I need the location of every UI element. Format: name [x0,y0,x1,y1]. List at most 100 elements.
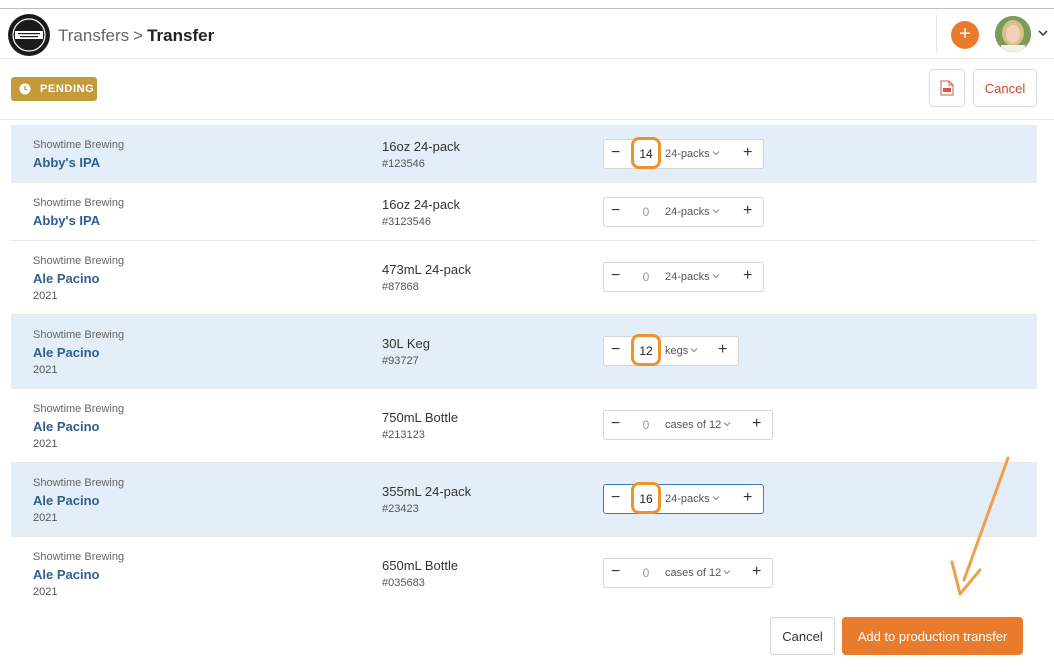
increment-button[interactable]: + [743,267,752,285]
unit-select[interactable]: 24-packs [665,493,720,505]
quantity-input[interactable]: 0 [631,566,661,580]
user-avatar[interactable] [995,16,1031,52]
vintage-year: 2021 [33,512,58,524]
sku-number: #123546 [382,158,425,170]
product-name[interactable]: Ale Pacino [33,493,99,508]
decrement-button[interactable]: − [611,489,620,507]
increment-button[interactable]: + [743,489,752,507]
pdf-button[interactable] [929,69,965,107]
sku-number: #3123546 [382,216,431,228]
chevron-down-icon [712,209,719,214]
pdf-icon [940,80,954,96]
unit-label: cases of 12 [665,567,722,579]
package-type: 16oz 24-pack [382,197,461,212]
quantity-stepper[interactable]: −0 24-packs + [603,197,764,227]
brewery-name: Showtime Brewing [33,477,125,489]
package-type: 750mL Bottle [382,410,459,425]
increment-button[interactable]: + [718,341,727,359]
product-row: Showtime Brewing Ale Pacino 2021 473mL 24-p… [11,241,1037,315]
quantity-stepper[interactable]: −0 cases of 12 + [603,410,773,440]
chevron-down-icon [712,496,719,501]
chevron-down-icon [712,151,719,156]
sku-number: #87868 [382,281,419,293]
quantity-input[interactable]: 16 [631,492,661,506]
quantity-stepper[interactable]: −0 24-packs + [603,262,764,292]
unit-select[interactable]: 24-packs [665,148,720,160]
product-name[interactable]: Ale Pacino [33,567,99,582]
chevron-down-icon [723,422,731,427]
decrement-button[interactable]: − [611,144,620,162]
decrement-button[interactable]: − [611,415,620,433]
product-list: Showtime Brewing Abby's IPA 16oz 24-pack #1… [11,125,1037,601]
product-name[interactable]: Abby's IPA [33,155,100,170]
breadcrumb: Transfers > Transfer [58,26,214,46]
quantity-stepper[interactable]: −16 24-packs + [603,482,764,514]
add-new-button[interactable]: + [951,21,979,49]
unit-label: 24-packs [665,271,710,283]
product-row: Showtime Brewing Abby's IPA 16oz 24-pack #1… [11,125,1037,183]
quantity-input[interactable]: 12 [631,344,661,358]
increment-button[interactable]: + [752,415,761,433]
package-type: 650mL Bottle [382,558,459,573]
breadcrumb-separator: > [133,26,144,45]
quantity-stepper[interactable]: −0 cases of 12 + [603,558,773,588]
product-row: Showtime Brewing Ale Pacino 2021 750mL Bott… [11,389,1037,463]
vintage-year: 2021 [33,364,58,376]
chevron-down-icon [690,348,698,353]
decrement-button[interactable]: − [611,267,620,285]
transfer-toolbar: PENDING Cancel [0,60,1054,120]
quantity-stepper[interactable]: −14 24-packs + [603,137,764,169]
chevron-down-icon[interactable] [1037,27,1049,39]
unit-label: kegs [665,345,689,357]
decrement-button[interactable]: − [611,563,620,581]
page-title: Transfer [147,26,215,45]
brewery-name: Showtime Brewing [33,255,125,267]
breadcrumb-transfers-link[interactable]: Transfers [58,26,129,45]
unit-select[interactable]: kegs [665,345,698,357]
quantity-input[interactable]: 0 [631,205,661,219]
product-name[interactable]: Ale Pacino [33,345,99,360]
unit-select[interactable]: cases of 12 [665,419,731,431]
quantity-stepper[interactable]: −12 kegs + [603,334,739,366]
brand-logo[interactable] [8,14,50,56]
vintage-year: 2021 [33,438,58,450]
increment-button[interactable]: + [752,563,761,581]
increment-button[interactable]: + [743,202,752,220]
quantity-input[interactable]: 0 [631,270,661,284]
form-footer: Cancel Add to production transfer [11,601,1037,672]
unit-label: cases of 12 [665,419,722,431]
chevron-down-icon [712,274,719,279]
status-badge: PENDING [11,77,97,101]
product-name[interactable]: Abby's IPA [33,213,100,228]
product-row: Showtime Brewing Abby's IPA 16oz 24-pack #3… [11,183,1037,241]
cancel-button[interactable]: Cancel [770,617,835,655]
sku-number: #213123 [382,429,425,441]
quantity-input[interactable]: 14 [631,147,661,161]
brewery-name: Showtime Brewing [33,197,125,209]
app-header: Transfers > Transfer + [0,9,1054,59]
product-name[interactable]: Ale Pacino [33,271,99,286]
product-name[interactable]: Ale Pacino [33,419,99,434]
sku-number: #93727 [382,355,419,367]
unit-label: 24-packs [665,493,710,505]
cancel-transfer-button[interactable]: Cancel [973,69,1037,107]
decrement-button[interactable]: − [611,341,620,359]
package-type: 473mL 24-pack [382,262,472,277]
brewery-name: Showtime Brewing [33,329,125,341]
add-to-production-transfer-button[interactable]: Add to production transfer [842,617,1023,655]
unit-select[interactable]: 24-packs [665,206,720,218]
increment-button[interactable]: + [743,144,752,162]
unit-select[interactable]: cases of 12 [665,567,731,579]
brewery-name: Showtime Brewing [33,403,125,415]
status-label: PENDING [40,83,95,95]
unit-select[interactable]: 24-packs [665,271,720,283]
quantity-input[interactable]: 0 [631,418,661,432]
decrement-button[interactable]: − [611,202,620,220]
unit-label: 24-packs [665,206,710,218]
clock-icon [19,83,31,95]
unit-label: 24-packs [665,148,710,160]
package-type: 355mL 24-pack [382,484,472,499]
sku-number: #23423 [382,503,419,515]
header-divider [936,15,937,53]
product-row: Showtime Brewing Ale Pacino 2021 650mL Bott… [11,537,1037,601]
